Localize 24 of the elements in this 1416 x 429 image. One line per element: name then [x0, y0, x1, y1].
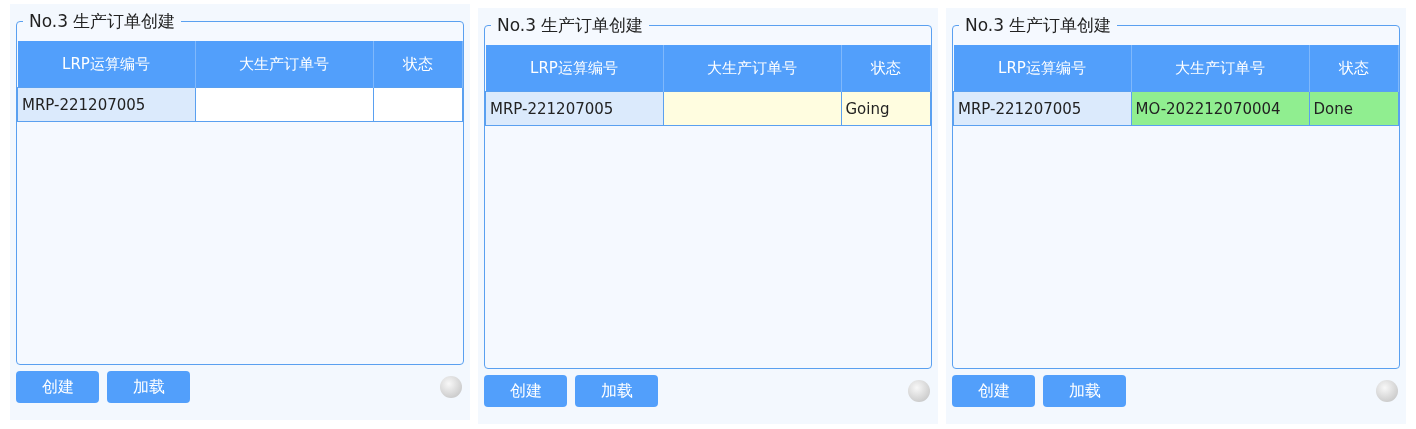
- action-button[interactable]: 创建: [16, 371, 99, 403]
- column-header[interactable]: 状态: [841, 45, 931, 92]
- column-header[interactable]: LRP运算编号: [17, 41, 195, 88]
- column-header[interactable]: 状态: [1309, 45, 1399, 92]
- table-cell: Done: [1309, 91, 1399, 126]
- table-cell: MRP-221207005: [485, 91, 663, 126]
- action-button[interactable]: 加载: [1043, 375, 1126, 407]
- group-title: No.3 生产订单创建: [28, 10, 177, 33]
- column-header[interactable]: 状态: [373, 41, 463, 88]
- action-button[interactable]: 创建: [952, 375, 1035, 407]
- column-header[interactable]: LRP运算编号: [953, 45, 1131, 92]
- column-header[interactable]: LRP运算编号: [485, 45, 663, 92]
- table-cell: MRP-221207005: [953, 91, 1131, 126]
- group-title: No.3 生产订单创建: [964, 14, 1113, 37]
- column-header[interactable]: 大生产订单号: [195, 41, 373, 88]
- group-title: No.3 生产订单创建: [496, 14, 645, 37]
- table-cell: Going: [841, 91, 931, 126]
- action-button[interactable]: 加载: [575, 375, 658, 407]
- action-button[interactable]: 创建: [484, 375, 567, 407]
- column-header[interactable]: 大生产订单号: [1131, 45, 1309, 92]
- table-cell: MRP-221207005: [17, 87, 195, 122]
- action-button[interactable]: 加载: [107, 371, 190, 403]
- column-header[interactable]: 大生产订单号: [663, 45, 841, 92]
- table-cell: MO-202212070004: [1131, 91, 1309, 126]
